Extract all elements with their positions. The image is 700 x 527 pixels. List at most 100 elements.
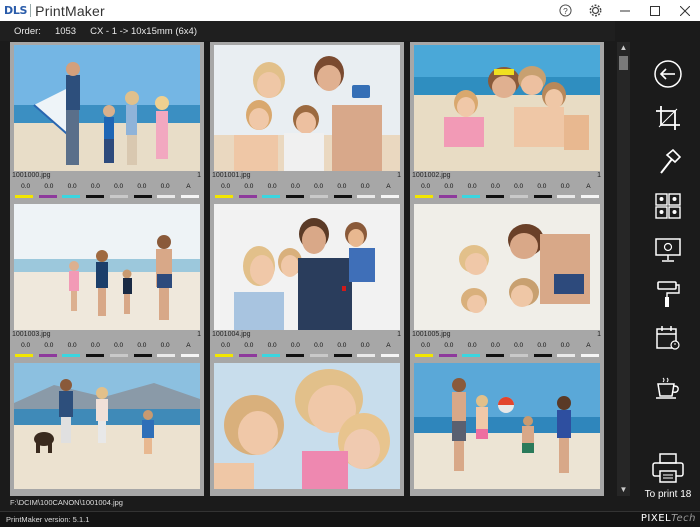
vertical-scrollbar[interactable]: ▲ ▼ [617,42,630,496]
thumbnail-card[interactable] [210,360,404,496]
thumbnail-quantity[interactable]: 1 [597,172,601,179]
value-label[interactable]: 0.0 [355,183,375,195]
thumbnail-card[interactable]: 1001001.jpg 1 0.0 0.0 0.0 0.0 0.0 0.0 0.0 A [210,42,404,201]
value-label[interactable]: 0.0 [555,183,575,195]
value-label[interactable]: 0.0 [332,342,352,354]
auto-label[interactable]: A [578,183,598,195]
photo-thumbnail[interactable] [214,363,400,489]
value-label[interactable]: 0.0 [262,183,282,195]
color-swatch [238,354,257,357]
thumbnail-card[interactable] [10,360,204,496]
color-swatch [214,354,233,357]
value-label[interactable]: 0.0 [285,183,305,195]
thumbnail-quantity[interactable]: 1 [597,331,601,338]
paint-roller-button[interactable] [648,277,688,311]
value-label[interactable]: 0.0 [155,342,175,354]
thumbnail-quantity[interactable]: 1 [397,331,401,338]
value-label[interactable]: 0.0 [555,342,575,354]
auto-label[interactable]: A [378,342,398,354]
display-adjust-button[interactable] [648,233,688,267]
close-button[interactable] [670,0,700,21]
color-swatch [214,195,233,198]
photo-thumbnail[interactable] [414,204,600,330]
thumbnail-card[interactable]: 1001005.jpg 1 0.0 0.0 0.0 0.0 0.0 0.0 0.0 A [410,201,604,360]
value-label[interactable]: 0.0 [132,342,152,354]
value-label[interactable]: 0.0 [132,183,152,195]
minimize-button[interactable] [610,0,640,21]
value-label[interactable]: 0.0 [439,342,459,354]
value-label[interactable]: 0.0 [309,342,329,354]
photo-thumbnail[interactable] [414,363,600,489]
maximize-button[interactable] [640,0,670,21]
auto-label[interactable]: A [378,183,398,195]
thumbnail-quantity[interactable]: 1 [197,172,201,179]
value-label[interactable]: 0.0 [239,342,259,354]
photo-thumbnail[interactable] [14,204,200,330]
thumbnail-quantity[interactable]: 1 [197,331,201,338]
settings-button[interactable] [580,0,610,21]
value-label[interactable]: 0.0 [309,183,329,195]
photo-thumbnail[interactable] [214,45,400,171]
scroll-down-arrow-icon[interactable]: ▼ [617,484,630,496]
color-swatch [557,354,576,357]
thumbnail-card[interactable]: 1001003.jpg 1 0.0 0.0 0.0 0.0 0.0 0.0 0.0 A [10,201,204,360]
value-label[interactable]: 0.0 [439,183,459,195]
scroll-up-arrow-icon[interactable]: ▲ [617,42,630,54]
value-label[interactable]: 0.0 [485,342,505,354]
value-label[interactable]: 0.0 [355,342,375,354]
value-label[interactable]: 0.0 [416,342,436,354]
collage-button[interactable] [648,189,688,223]
retouch-button[interactable] [648,145,688,179]
value-label[interactable]: 0.0 [109,342,129,354]
photo-thumbnail[interactable] [214,204,400,330]
value-label[interactable]: 0.0 [462,342,482,354]
value-label[interactable]: 0.0 [85,183,105,195]
calendar-button[interactable] [648,321,688,355]
print-count-label[interactable]: To print 18 [636,489,700,500]
value-label[interactable]: 0.0 [532,183,552,195]
color-swatch [438,195,457,198]
photo-thumbnail[interactable] [14,45,200,171]
value-label[interactable]: 0.0 [85,342,105,354]
thumbnail-card[interactable]: 1001002.jpg 1 0.0 0.0 0.0 0.0 0.0 0.0 0.0 A [410,42,604,201]
auto-label[interactable]: A [178,183,198,195]
thumbnail-card[interactable] [410,360,604,496]
value-label[interactable]: 0.0 [155,183,175,195]
auto-label[interactable]: A [178,342,198,354]
value-label[interactable]: 0.0 [109,183,129,195]
cup-print-button[interactable] [648,371,688,405]
thumbnail-card[interactable]: 1001000.jpg 1 0.0 0.0 0.0 0.0 0.0 0.0 0.0 A [10,42,204,201]
value-label[interactable]: 0.0 [39,183,59,195]
value-label[interactable]: 0.0 [39,342,59,354]
color-swatches [12,195,202,199]
minimize-icon [620,10,630,11]
print-button[interactable] [648,449,688,487]
photo-thumbnail[interactable] [414,45,600,171]
scrollbar-thumb[interactable] [619,56,628,70]
photo-thumbnail[interactable] [14,363,200,489]
value-label[interactable]: 0.0 [509,183,529,195]
value-label[interactable]: 0.0 [532,342,552,354]
back-button[interactable] [648,57,688,91]
value-label[interactable]: 0.0 [239,183,259,195]
thumbnail-quantity[interactable]: 1 [397,172,401,179]
value-label[interactable]: 0.0 [285,342,305,354]
color-swatch [533,354,552,357]
value-label[interactable]: 0.0 [462,183,482,195]
value-label[interactable]: 0.0 [416,183,436,195]
help-button[interactable]: ? [550,0,580,21]
value-label[interactable]: 0.0 [509,342,529,354]
thumbnail-card[interactable]: 1001004.jpg 1 0.0 0.0 0.0 0.0 0.0 0.0 0.0 A [210,201,404,360]
color-swatch [14,354,33,357]
value-label[interactable]: 0.0 [216,183,236,195]
value-label[interactable]: 0.0 [485,183,505,195]
value-label[interactable]: 0.0 [16,342,36,354]
crop-button[interactable] [648,101,688,135]
value-label[interactable]: 0.0 [262,342,282,354]
value-label[interactable]: 0.0 [216,342,236,354]
value-label[interactable]: 0.0 [332,183,352,195]
auto-label[interactable]: A [578,342,598,354]
value-label[interactable]: 0.0 [62,342,82,354]
value-label[interactable]: 0.0 [16,183,36,195]
value-label[interactable]: 0.0 [62,183,82,195]
